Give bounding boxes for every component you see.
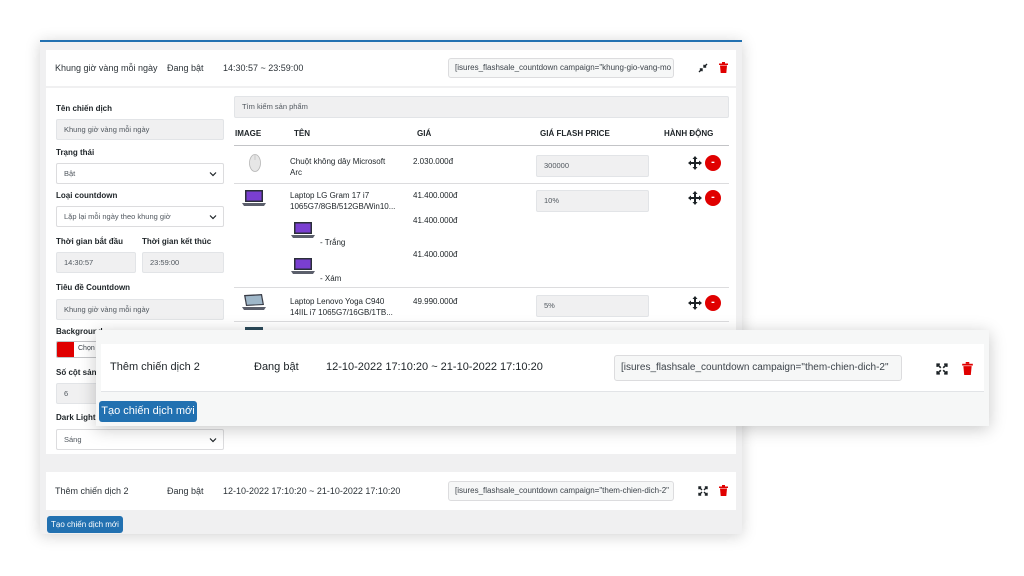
color-swatch [57, 342, 74, 357]
product-name-line: Laptop Lenovo Yoga C940 [290, 297, 385, 306]
end-time-label: Thời gian kết thúc [142, 237, 212, 246]
end-time-input[interactable]: 23:59:00 [142, 252, 224, 273]
variant-price: 41.400.000đ [413, 250, 458, 259]
header-divider [234, 145, 729, 146]
start-time-label: Thời gian bắt đầu [56, 237, 124, 246]
status-select[interactable]: Bật [56, 163, 224, 184]
campaign-name-label: Tên chiến dịch [56, 104, 113, 113]
columns-label: Số cột sản [56, 368, 97, 377]
flash-price-input[interactable]: 300000 [536, 155, 649, 177]
chevron-down-icon [209, 438, 217, 443]
shortcode-field[interactable]: [isures_flashsale_countdown campaign="th… [614, 355, 902, 381]
countdown-type-label: Loại countdown [56, 191, 118, 200]
dark-light-select[interactable]: Sáng [56, 429, 224, 450]
product-price: 41.400.000đ [413, 191, 458, 200]
trash-icon[interactable] [719, 62, 728, 73]
campaign-name: Thêm chiến dịch 2 [110, 361, 200, 373]
countdown-type-value: Lặp lại mỗi ngày theo khung giờ [64, 212, 171, 221]
variant-image [291, 258, 315, 274]
col-header-name: TÊN [294, 129, 310, 138]
expand-icon[interactable] [936, 363, 948, 375]
remove-product-button[interactable]: - [705, 155, 721, 171]
product-name-line: 14IIL i7 1065G7/16GB/1TB... [290, 308, 393, 317]
campaign-status: Đang bật [254, 361, 299, 373]
shortcode-field[interactable]: [isures_flashsale_countdown campaign="kh… [448, 58, 674, 78]
campaign-header-1[interactable]: Khung giờ vàng mỗi ngày Đang bật 14:30:5… [46, 50, 736, 86]
variant-image [291, 222, 315, 238]
create-campaign-button[interactable]: Tạo chiến dịch mới [99, 401, 197, 422]
start-time-input[interactable]: 14:30:57 [56, 252, 136, 273]
campaign-time-range: 12-10-2022 17:10:20 ~ 21-10-2022 17:10:2… [223, 486, 401, 496]
move-icon[interactable] [688, 191, 702, 205]
row-divider [234, 287, 729, 288]
col-header-action: HÀNH ĐỘNG [664, 129, 714, 138]
laptop-product-image [242, 190, 266, 206]
countdown-type-select[interactable]: Lặp lại mỗi ngày theo khung giờ [56, 206, 224, 227]
flash-price-input[interactable]: 10% [536, 190, 649, 212]
trash-icon[interactable] [719, 485, 728, 496]
col-header-image: IMAGE [235, 129, 262, 138]
expand-icon[interactable] [698, 486, 708, 496]
row-divider [234, 183, 729, 184]
campaign-status: Đang bật [167, 63, 204, 73]
trash-icon[interactable] [962, 362, 973, 375]
collapse-icon[interactable] [698, 63, 708, 73]
row-divider [234, 321, 729, 322]
col-header-flash-price: GIÁ FLASH PRICE [540, 129, 610, 138]
create-campaign-button[interactable]: Tạo chiến dịch mới [47, 516, 123, 533]
dark-light-value: Sáng [64, 435, 82, 444]
chevron-down-icon [209, 215, 217, 220]
product-name-line: Laptop LG Gram 17 i7 [290, 191, 370, 200]
move-icon[interactable] [688, 296, 702, 310]
campaign-time-range: 14:30:57 ~ 23:59:00 [223, 63, 304, 73]
remove-product-button[interactable]: - [705, 190, 721, 206]
shortcode-field[interactable]: [isures_flashsale_countdown campaign="th… [448, 481, 674, 501]
campaign-panel: Khung giờ vàng mỗi ngày Đang bật 14:30:5… [40, 40, 742, 534]
zoomed-campaign-card: Thêm chiến dịch 2 Đang bật 12-10-2022 17… [96, 330, 989, 426]
product-name-line: 1065G7/8GB/512GB/Win10... [290, 202, 396, 211]
col-header-price: GIÁ [417, 129, 432, 138]
status-label: Trạng thái [56, 148, 95, 157]
product-name-line: Chuột không dây Microsoft [290, 157, 386, 166]
move-icon[interactable] [688, 156, 702, 170]
dark-light-label: Dark Light [56, 413, 96, 422]
product-search-input[interactable]: Tìm kiếm sản phẩm [234, 96, 729, 118]
countdown-title-input[interactable]: Khung giờ vàng mỗi ngày [56, 299, 224, 320]
variant-label: - Trắng [320, 238, 346, 247]
chevron-down-icon [209, 172, 217, 177]
variant-price: 41.400.000đ [413, 216, 458, 225]
campaign-header-zoomed[interactable]: Thêm chiến dịch 2 Đang bật 12-10-2022 17… [101, 344, 984, 392]
status-select-value: Bật [64, 169, 76, 178]
laptop-product-image [242, 294, 266, 310]
campaign-name-input[interactable]: Khung giờ vàng mỗi ngày [56, 119, 224, 140]
countdown-title-label: Tiêu đề Countdown [56, 283, 131, 292]
mouse-product-image [249, 154, 261, 172]
campaign-header-2[interactable]: Thêm chiến dịch 2 Đang bật 12-10-2022 17… [46, 472, 736, 510]
product-price: 2.030.000đ [413, 157, 454, 166]
campaign-name: Thêm chiến dịch 2 [55, 486, 129, 496]
campaign-status: Đang bật [167, 486, 204, 496]
variant-label: - Xám [320, 274, 342, 283]
campaign-name: Khung giờ vàng mỗi ngày [55, 63, 158, 73]
flash-price-input[interactable]: 5% [536, 295, 649, 317]
campaign-time-range: 12-10-2022 17:10:20 ~ 21-10-2022 17:10:2… [326, 361, 543, 373]
remove-product-button[interactable]: - [705, 295, 721, 311]
product-name-line: Arc [290, 168, 302, 177]
product-price: 49.990.000đ [413, 297, 458, 306]
